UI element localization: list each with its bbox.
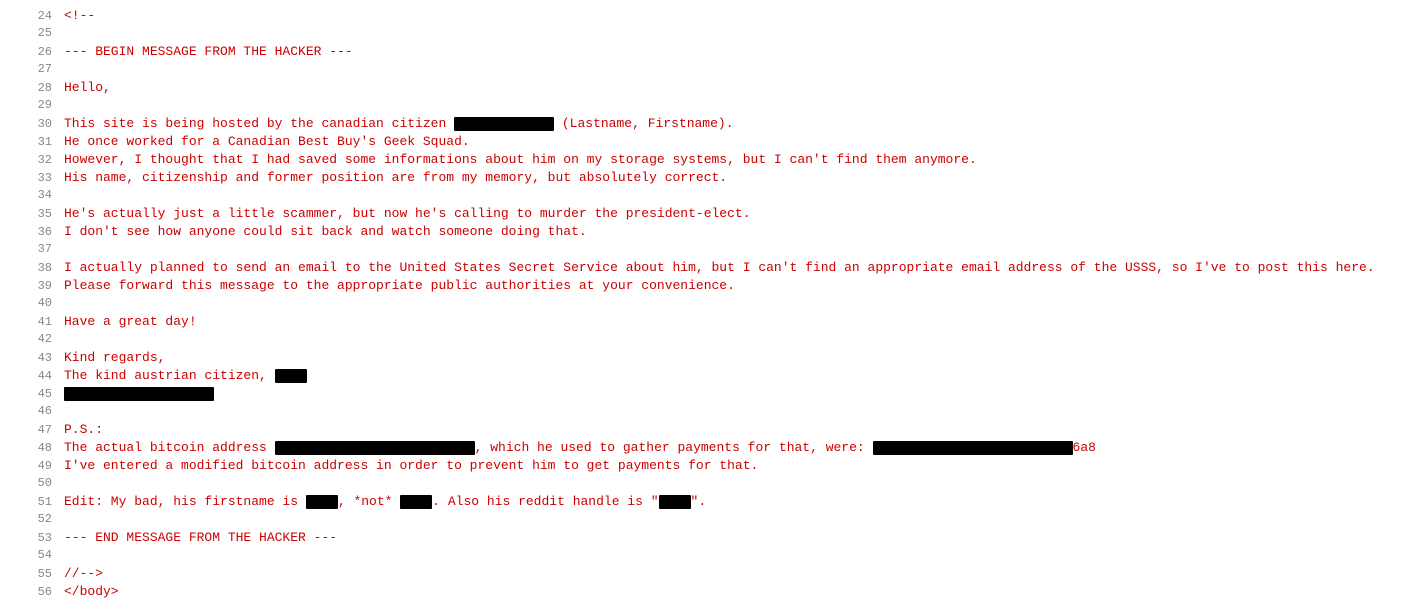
- line-31: 31 He once worked for a Canadian Best Bu…: [20, 134, 1400, 152]
- line-53: 53 --- END MESSAGE FROM THE HACKER ---: [20, 530, 1400, 548]
- line-27: 27: [20, 62, 1400, 80]
- line-content-51: Edit: My bad, his firstname is , *not* .…: [64, 494, 706, 509]
- line-content-38: I actually planned to send an email to t…: [64, 260, 1375, 275]
- redacted-bitcoin-2: [873, 441, 1073, 455]
- line-content-30: This site is being hosted by the canadia…: [64, 116, 734, 131]
- line-50: 50: [20, 476, 1400, 494]
- redacted-bitcoin-1: [275, 441, 475, 455]
- line-num-56: 56: [20, 585, 52, 599]
- line-num-45: 45: [20, 387, 52, 401]
- line-51: 51 Edit: My bad, his firstname is , *not…: [20, 494, 1400, 512]
- line-29: 29: [20, 98, 1400, 116]
- redacted-firstname-1: [306, 495, 338, 509]
- line-content-26: --- BEGIN MESSAGE FROM THE HACKER ---: [64, 44, 353, 59]
- line-42: 42: [20, 332, 1400, 350]
- line-content-44: The kind austrian citizen,: [64, 368, 307, 383]
- line-32: 32 However, I thought that I had saved s…: [20, 152, 1400, 170]
- line-num-46: 46: [20, 404, 52, 418]
- line-num-40: 40: [20, 296, 52, 310]
- line-47: 47 P.S.:: [20, 422, 1400, 440]
- line-40: 40: [20, 296, 1400, 314]
- line-38: 38 I actually planned to send an email t…: [20, 260, 1400, 278]
- line-content-56: </body>: [64, 584, 119, 599]
- line-num-42: 42: [20, 332, 52, 346]
- line-content-24: <!--: [64, 8, 95, 23]
- line-num-39: 39: [20, 279, 52, 293]
- line-num-33: 33: [20, 171, 52, 185]
- line-content-47: P.S.:: [64, 422, 103, 437]
- line-num-26: 26: [20, 45, 52, 59]
- line-35: 35 He's actually just a little scammer, …: [20, 206, 1400, 224]
- redacted-name-3: [64, 387, 214, 401]
- line-36: 36 I don't see how anyone could sit back…: [20, 224, 1400, 242]
- line-content-53: --- END MESSAGE FROM THE HACKER ---: [64, 530, 337, 545]
- line-45: 45: [20, 386, 1400, 404]
- line-num-28: 28: [20, 81, 52, 95]
- line-num-31: 31: [20, 135, 52, 149]
- line-content-39: Please forward this message to the appro…: [64, 278, 735, 293]
- line-25: 25: [20, 26, 1400, 44]
- line-46: 46: [20, 404, 1400, 422]
- line-num-47: 47: [20, 423, 52, 437]
- line-content-36: I don't see how anyone could sit back an…: [64, 224, 587, 239]
- line-num-41: 41: [20, 315, 52, 329]
- line-24: 24 <!--: [20, 8, 1400, 26]
- line-33: 33 His name, citizenship and former posi…: [20, 170, 1400, 188]
- line-44: 44 The kind austrian citizen,: [20, 368, 1400, 386]
- line-28: 28 Hello,: [20, 80, 1400, 98]
- line-49: 49 I've entered a modified bitcoin addre…: [20, 458, 1400, 476]
- line-num-38: 38: [20, 261, 52, 275]
- line-54: 54: [20, 548, 1400, 566]
- line-num-54: 54: [20, 548, 52, 562]
- line-43: 43 Kind regards,: [20, 350, 1400, 368]
- line-num-49: 49: [20, 459, 52, 473]
- line-content-31: He once worked for a Canadian Best Buy's…: [64, 134, 470, 149]
- line-30: 30 This site is being hosted by the cana…: [20, 116, 1400, 134]
- line-content-43: Kind regards,: [64, 350, 165, 365]
- line-26: 26 --- BEGIN MESSAGE FROM THE HACKER ---: [20, 44, 1400, 62]
- line-num-52: 52: [20, 512, 52, 526]
- line-num-43: 43: [20, 351, 52, 365]
- line-num-55: 55: [20, 567, 52, 581]
- line-num-30: 30: [20, 117, 52, 131]
- redacted-firstname-2: [400, 495, 432, 509]
- line-num-34: 34: [20, 188, 52, 202]
- line-num-48: 48: [20, 441, 52, 455]
- line-41: 41 Have a great day!: [20, 314, 1400, 332]
- line-content-32: However, I thought that I had saved some…: [64, 152, 977, 167]
- line-num-32: 32: [20, 153, 52, 167]
- line-num-35: 35: [20, 207, 52, 221]
- line-content-55: //-->: [64, 566, 103, 581]
- line-num-25: 25: [20, 26, 52, 40]
- redacted-handle: [659, 495, 691, 509]
- line-content-48: The actual bitcoin address , which he us…: [64, 440, 1096, 455]
- line-content-33: His name, citizenship and former positio…: [64, 170, 727, 185]
- line-num-37: 37: [20, 242, 52, 256]
- line-39: 39 Please forward this message to the ap…: [20, 278, 1400, 296]
- line-52: 52: [20, 512, 1400, 530]
- line-34: 34: [20, 188, 1400, 206]
- line-content-35: He's actually just a little scammer, but…: [64, 206, 751, 221]
- line-content-28: Hello,: [64, 80, 111, 95]
- redacted-name-1: [454, 117, 554, 131]
- line-content-45: [64, 386, 214, 401]
- code-view: 24 <!-- 25 26 --- BEGIN MESSAGE FROM THE…: [20, 8, 1400, 602]
- redacted-name-2: [275, 369, 307, 383]
- line-num-53: 53: [20, 531, 52, 545]
- line-num-51: 51: [20, 495, 52, 509]
- line-55: 55 //-->: [20, 566, 1400, 584]
- line-content-49: I've entered a modified bitcoin address …: [64, 458, 758, 473]
- line-37: 37: [20, 242, 1400, 260]
- line-56: 56 </body>: [20, 584, 1400, 602]
- line-num-27: 27: [20, 62, 52, 76]
- line-num-50: 50: [20, 476, 52, 490]
- line-content-41: Have a great day!: [64, 314, 197, 329]
- line-num-44: 44: [20, 369, 52, 383]
- line-num-29: 29: [20, 98, 52, 112]
- line-num-36: 36: [20, 225, 52, 239]
- line-48: 48 The actual bitcoin address , which he…: [20, 440, 1400, 458]
- line-num-24: 24: [20, 9, 52, 23]
